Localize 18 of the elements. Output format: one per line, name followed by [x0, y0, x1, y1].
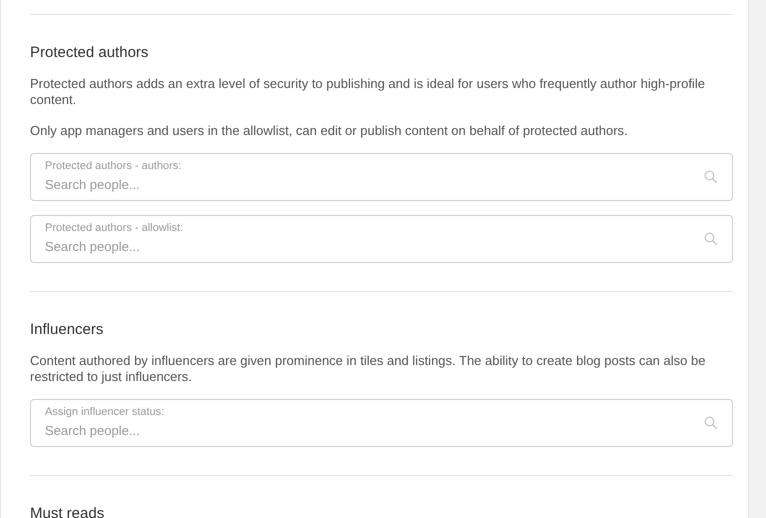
search-field[interactable]: Assign influencer status: Search people...: [30, 399, 733, 447]
section-title: Protected authors: [30, 44, 150, 62]
section-title: Influencers: [30, 321, 104, 339]
section-title: Must reads: [30, 505, 106, 518]
section-description: Content authored by influencers are given prominence in tiles and listings. The ability to create blog posts can also be restricted to just influencers.: [30, 353, 706, 385]
search-icon: [704, 232, 718, 246]
section-description: Protected authors adds an extra level of security to publishing and is ideal for users who frequently author high-profile content.: [30, 76, 706, 108]
search-icon: [704, 416, 718, 430]
search-input[interactable]: Search people...: [45, 175, 692, 195]
field-label: Protected authors - allowlist:: [45, 221, 184, 235]
search-input[interactable]: Search people...: [45, 237, 692, 257]
field-label: Protected authors - authors:: [45, 159, 182, 173]
search-icon: [704, 170, 718, 184]
section-description: Only app managers and users in the allowlist, can edit or publish content on behalf of protected authors.: [30, 123, 629, 139]
search-input[interactable]: Search people...: [45, 421, 692, 441]
field-label: Assign influencer status:: [45, 405, 166, 419]
search-field[interactable]: Protected authors - authors: Search people...: [30, 153, 733, 201]
search-field[interactable]: Protected authors - allowlist: Search people...: [30, 215, 733, 263]
